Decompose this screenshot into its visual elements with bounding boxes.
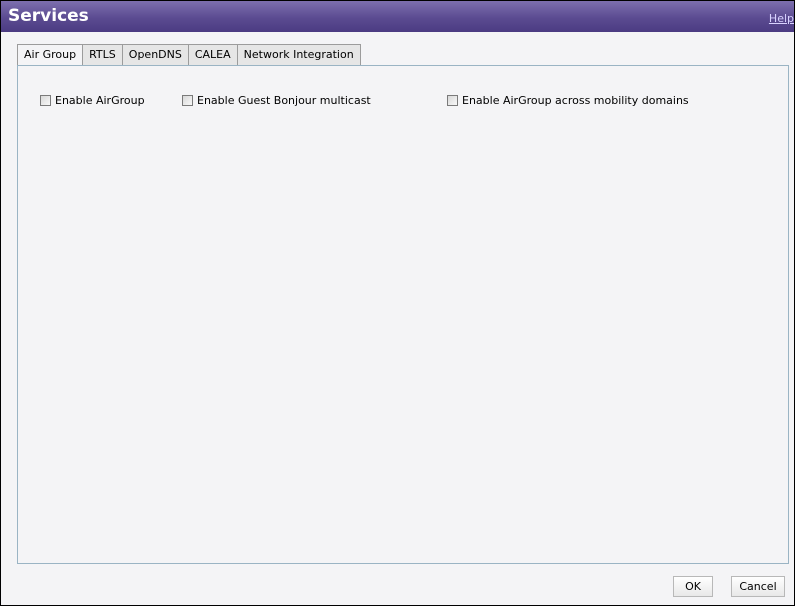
tab-air-group[interactable]: Air Group bbox=[17, 44, 84, 67]
tab-rtls[interactable]: RTLS bbox=[83, 44, 123, 66]
enable-airgroup-option[interactable]: Enable AirGroup bbox=[40, 93, 145, 107]
enable-guest-bonjour-checkbox[interactable] bbox=[182, 94, 193, 106]
air-group-panel: Enable AirGroup Enable Guest Bonjour mul… bbox=[17, 65, 789, 564]
title-bar: Services Help bbox=[1, 1, 794, 32]
enable-airgroup-across-domains-label: Enable AirGroup across mobility domains bbox=[462, 93, 689, 107]
ok-button[interactable]: OK bbox=[673, 576, 713, 597]
dialog-title: Services bbox=[8, 6, 89, 26]
tab-network-integration[interactable]: Network Integration bbox=[237, 44, 361, 66]
tab-opendns[interactable]: OpenDNS bbox=[122, 44, 189, 66]
enable-guest-bonjour-option[interactable]: Enable Guest Bonjour multicast bbox=[182, 93, 371, 107]
enable-airgroup-checkbox[interactable] bbox=[40, 94, 51, 106]
cancel-button[interactable]: Cancel bbox=[731, 576, 785, 597]
services-dialog: Services Help Air Group RTLS OpenDNS CAL… bbox=[0, 0, 795, 606]
tab-calea[interactable]: CALEA bbox=[188, 44, 238, 66]
enable-airgroup-across-domains-option[interactable]: Enable AirGroup across mobility domains bbox=[447, 93, 689, 107]
help-link[interactable]: Help bbox=[769, 12, 794, 25]
tab-bar: Air Group RTLS OpenDNS CALEA Network Int… bbox=[17, 44, 361, 67]
enable-guest-bonjour-label: Enable Guest Bonjour multicast bbox=[197, 93, 371, 107]
enable-airgroup-across-domains-checkbox[interactable] bbox=[447, 94, 458, 106]
enable-airgroup-label: Enable AirGroup bbox=[55, 93, 145, 107]
